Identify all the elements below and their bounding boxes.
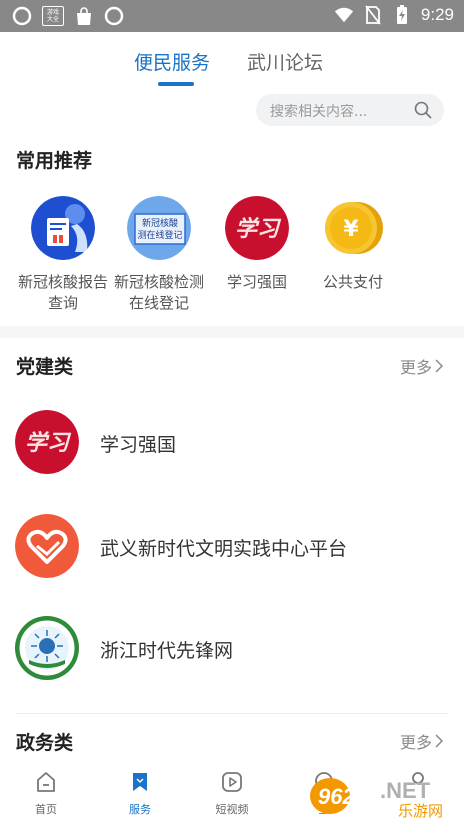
search-icon[interactable] [414, 101, 432, 119]
svg-text:.NET: .NET [380, 778, 431, 803]
tab-wuchuan-forum[interactable]: 武川论坛 [247, 48, 323, 75]
gov-more-link[interactable]: 更多 [400, 729, 444, 753]
nav-label: 短视频 [215, 803, 249, 816]
no-sim-icon [363, 5, 383, 25]
gov-section-title: 政务类 [16, 732, 74, 754]
svg-text:学习: 学习 [235, 216, 282, 242]
home-icon [37, 772, 55, 792]
recommend-item-public-payment[interactable]: ¥ 公共支付 [306, 196, 400, 293]
wifi-icon [334, 5, 354, 25]
list-item-label: 学习强国 [100, 434, 177, 456]
section-separator [0, 326, 464, 338]
svg-text:学习: 学习 [25, 430, 72, 456]
party-more-link[interactable]: 更多 [400, 354, 444, 378]
svg-text:乐游网: 乐游网 [398, 802, 443, 820]
nav-home[interactable]: 首页 [14, 770, 78, 817]
shopping-bag-icon [74, 6, 94, 26]
search-bar[interactable]: 搜索相关内容... [256, 94, 444, 126]
notification-app-icon-2 [104, 6, 124, 26]
heart-hand-icon [15, 514, 79, 578]
game-store-notification-icon: 游戏 大全 [42, 6, 64, 26]
nav-label: 服务 [129, 803, 151, 816]
tab-convenience-services[interactable]: 便民服务 [134, 48, 210, 75]
clock: 9:29 [420, 5, 454, 24]
battery-charging-icon [392, 5, 412, 25]
svg-text:962: 962 [318, 784, 355, 809]
nav-short-video[interactable]: 短视频 [200, 770, 264, 817]
status-bar: 游戏 大全 9:29 [0, 0, 464, 32]
recommend-item-xuexi[interactable]: 学习 学习强国 [210, 196, 304, 293]
recommend-item-nucleic-register[interactable]: 新冠核酸 测在线登记 新冠核酸检测在线登记 [112, 196, 206, 314]
active-tab-indicator [158, 82, 194, 86]
chevron-right-icon [435, 734, 444, 748]
recommend-item-label: 公共支付 [322, 273, 383, 291]
list-item-xuexi[interactable]: 学习 学习强国 [0, 410, 464, 490]
xuexi-qiangguo-icon: 学习 [15, 410, 79, 474]
watermark-logo: 962 .NET 乐游网 [310, 778, 443, 820]
recommend-item-label: 新冠核酸报告查询 [17, 273, 108, 312]
pioneer-emblem-icon [15, 616, 79, 680]
list-item-wuyi-civilization[interactable]: 武义新时代文明实践中心平台 [0, 514, 464, 594]
notification-app-icon [12, 6, 32, 26]
chevron-right-icon [435, 359, 444, 373]
party-section-title: 党建类 [16, 356, 74, 378]
list-item-label: 浙江时代先锋网 [100, 640, 234, 662]
nucleic-report-icon [31, 196, 95, 260]
nav-services[interactable]: 服务 [108, 770, 172, 817]
nav-label: 首页 [35, 803, 57, 816]
svg-text:新冠核酸: 新冠核酸 [142, 217, 178, 229]
xuexi-qiangguo-icon: 学习 [225, 196, 289, 260]
svg-text:测在线登记: 测在线登记 [137, 229, 182, 241]
bookmark-icon [133, 773, 147, 791]
recommend-section-title: 常用推荐 [16, 150, 93, 172]
yuan-coin-icon: ¥ [321, 196, 385, 260]
list-item-zhejiang-pioneer[interactable]: 浙江时代先锋网 [0, 616, 464, 696]
search-placeholder: 搜索相关内容... [270, 104, 368, 120]
play-icon [222, 772, 242, 792]
svg-text:¥: ¥ [343, 217, 359, 242]
recommend-item-label: 学习强国 [226, 273, 287, 291]
more-label: 更多 [400, 358, 433, 377]
recommend-item-label: 新冠核酸检测在线登记 [113, 273, 204, 312]
top-tabs: 便民服务 武川论坛 [0, 32, 464, 90]
divider [16, 713, 448, 714]
list-item-label: 武义新时代文明实践中心平台 [100, 538, 348, 560]
site-watermark: 962 .NET 乐游网 [308, 774, 458, 820]
more-label: 更多 [400, 733, 433, 752]
recommend-item-nucleic-report[interactable]: 新冠核酸报告查询 [16, 196, 110, 314]
nucleic-register-icon: 新冠核酸 测在线登记 [127, 196, 191, 260]
